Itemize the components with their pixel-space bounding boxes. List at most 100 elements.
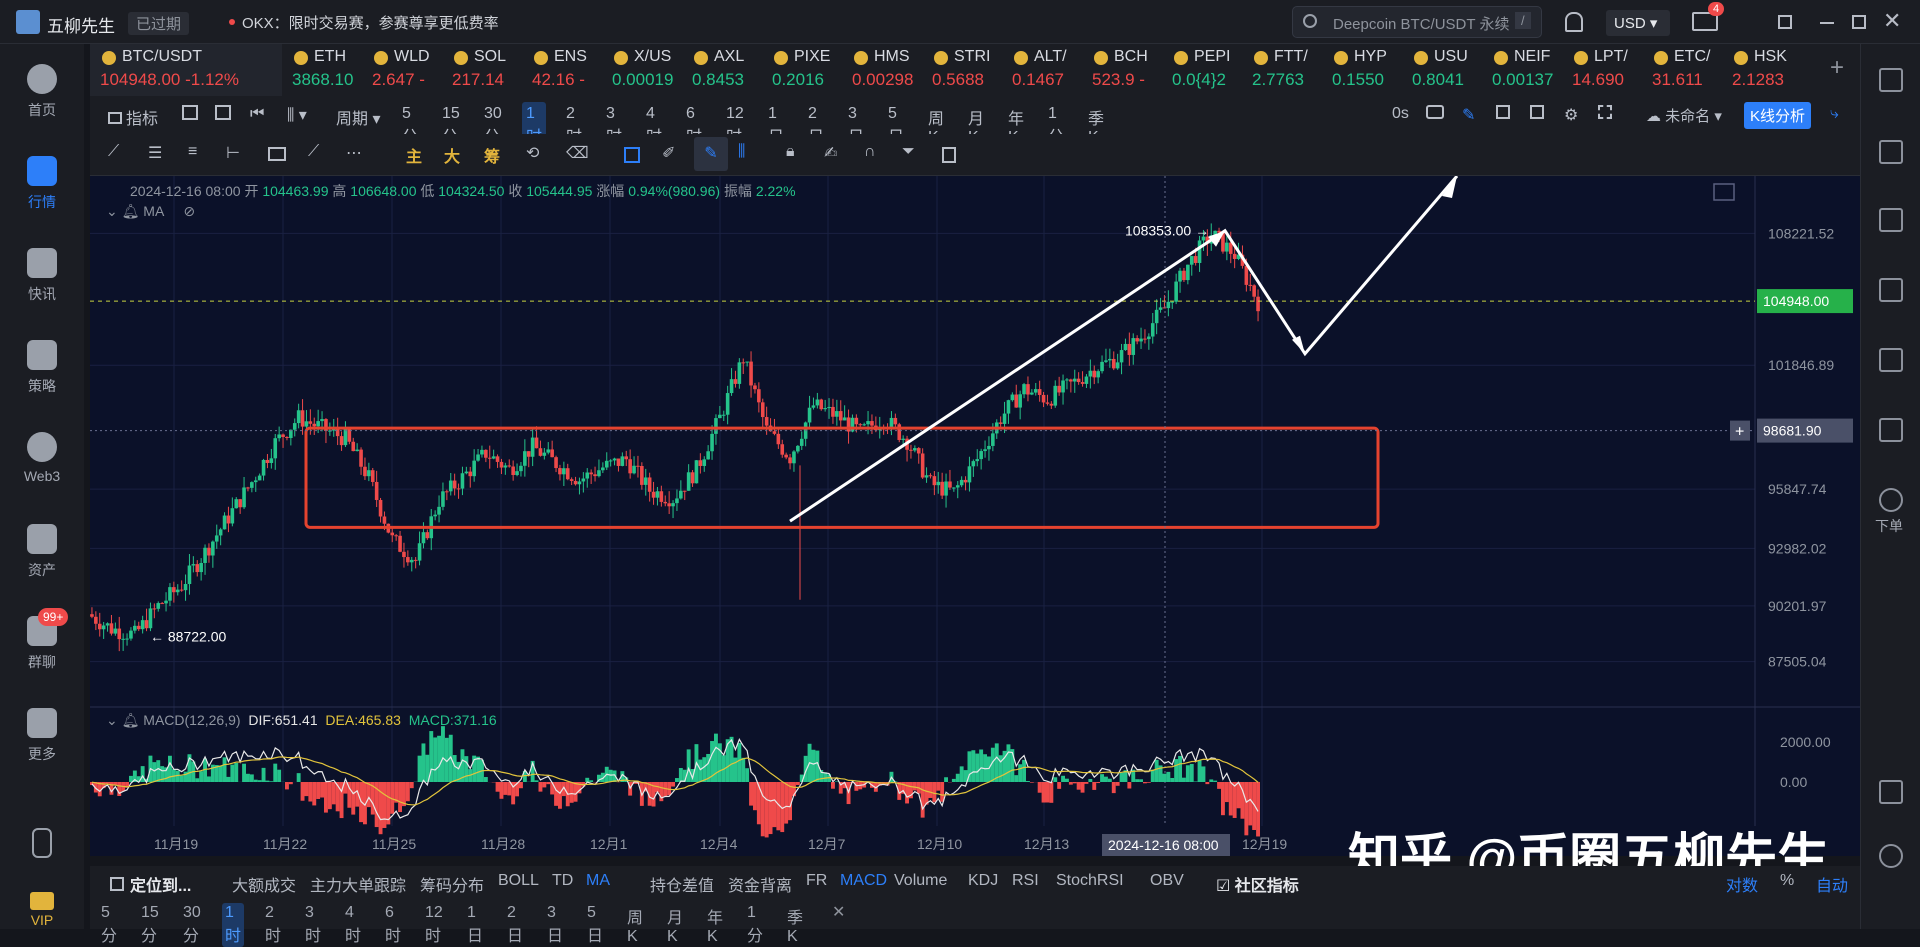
parallel-icon[interactable]: ≡ bbox=[188, 143, 197, 161]
bottom-interval-tab-12[interactable]: 5日 bbox=[584, 903, 606, 947]
lock-icon[interactable]: 🔒︎ bbox=[786, 143, 795, 161]
ruler-icon[interactable]: ✐ bbox=[662, 143, 675, 163]
hray-icon[interactable]: ⊢ bbox=[226, 143, 240, 163]
bottom-interval-tab-13[interactable]: 周K bbox=[624, 903, 646, 947]
bottom-interval-tab-8[interactable]: 12时 bbox=[422, 903, 446, 947]
etf-icon[interactable] bbox=[1879, 418, 1903, 442]
main-indicator-button[interactable]: 主 bbox=[406, 143, 422, 167]
bottom-interval-tab-5[interactable]: 3时 bbox=[302, 903, 324, 947]
pen-icon[interactable]: ✎ bbox=[1462, 105, 1475, 125]
alert-icon[interactable]: ⟲ bbox=[526, 143, 539, 163]
ticker-tab-13[interactable]: FTT/2.7763 bbox=[1242, 44, 1322, 96]
settings-icon[interactable]: ⚙ bbox=[1564, 105, 1578, 125]
ticker-tab-11[interactable]: BCH523.9 - bbox=[1082, 44, 1162, 96]
bottom-interval-tab-10[interactable]: 2日 bbox=[504, 903, 526, 947]
big-order-button[interactable]: 大 bbox=[444, 143, 460, 167]
locate-button[interactable]: 定位到... bbox=[110, 872, 191, 896]
add-tab-icon[interactable]: + bbox=[1830, 54, 1844, 82]
filter-icon[interactable]: ⏷ bbox=[902, 143, 915, 161]
indicator-tab-0[interactable]: 大额成交 bbox=[232, 872, 296, 896]
ma-legend[interactable]: ⌄ 🔔︎ MA ⊘ bbox=[106, 203, 195, 220]
crop-icon[interactable] bbox=[1496, 105, 1510, 119]
ticker-tab-0[interactable]: BTC/USDT104948.00 -1.12% bbox=[90, 44, 282, 96]
ticker-tab-10[interactable]: ALT/0.1467 bbox=[1002, 44, 1082, 96]
bottom-interval-tab-17[interactable]: 季K bbox=[784, 903, 806, 947]
chat-bubble-icon[interactable] bbox=[1879, 844, 1903, 868]
community-indicators-button[interactable]: ☑ 社区指标 bbox=[1216, 872, 1299, 896]
save-icon[interactable] bbox=[1530, 105, 1544, 119]
ticker-tab-12[interactable]: PEPI0.0{4}2 bbox=[1162, 44, 1242, 96]
ticker-tab-2[interactable]: WLD2.647 - bbox=[362, 44, 442, 96]
camera-icon[interactable] bbox=[1426, 105, 1444, 119]
bottom-interval-tab-1[interactable]: 15分 bbox=[138, 903, 162, 947]
sidebar-item-strategy[interactable]: 策略 bbox=[0, 340, 84, 396]
ticker-tab-5[interactable]: X/US0.00019 bbox=[602, 44, 682, 96]
trades-icon[interactable] bbox=[1879, 208, 1903, 232]
note-icon[interactable]: ✍ bbox=[824, 143, 837, 163]
period-select[interactable]: 周期 ▾ bbox=[336, 105, 381, 129]
hlines-icon[interactable]: ☰ bbox=[148, 143, 162, 163]
sidebar-item-web3[interactable]: Web3 bbox=[0, 432, 84, 484]
indicator-tab-11[interactable]: KDJ bbox=[968, 872, 998, 890]
bottom-interval-tab-15[interactable]: 年K bbox=[704, 903, 726, 947]
bell-icon[interactable] bbox=[1565, 12, 1583, 32]
replay-icon[interactable]: ⏮ bbox=[250, 105, 264, 123]
auto-scale-toggle[interactable]: 自动 bbox=[1816, 872, 1848, 896]
fullscreen-icon[interactable] bbox=[1598, 105, 1612, 119]
data-icon[interactable] bbox=[1879, 348, 1903, 372]
depth-chart-icon[interactable] bbox=[1879, 278, 1903, 302]
ticker-tab-19[interactable]: HSK2.1283 bbox=[1722, 44, 1802, 96]
notice-text[interactable]: OKX：限时交易赛，参赛尊享更低费率 bbox=[242, 12, 499, 33]
panel-icon[interactable] bbox=[1879, 780, 1903, 804]
indicator-tab-12[interactable]: RSI bbox=[1012, 872, 1039, 890]
expired-badge[interactable]: 已过期 bbox=[128, 12, 189, 35]
magnet-icon[interactable]: ∩ bbox=[864, 143, 876, 161]
percent-scale-toggle[interactable]: % bbox=[1780, 872, 1794, 890]
bottom-interval-tab-0[interactable]: 5分 bbox=[98, 903, 120, 947]
measure-icon[interactable]: ⟋ bbox=[308, 143, 319, 161]
eraser-icon[interactable]: ⌫ bbox=[566, 143, 589, 163]
order-label[interactable]: 下单 bbox=[1875, 516, 1903, 536]
ticker-tab-7[interactable]: PIXE0.2016 bbox=[762, 44, 842, 96]
sidebar-item-news[interactable]: 快讯 bbox=[0, 248, 84, 304]
ticker-tab-15[interactable]: USU0.8041 bbox=[1402, 44, 1482, 96]
bottom-interval-tab-6[interactable]: 4时 bbox=[342, 903, 364, 947]
ticker-tab-1[interactable]: ETH3868.10 bbox=[282, 44, 362, 96]
bottom-interval-tab-7[interactable]: 6时 bbox=[382, 903, 404, 947]
indicator-tab-7[interactable]: 资金背离 bbox=[728, 872, 792, 896]
chart-area[interactable]: 108221.52101846.8995847.7492982.0290201.… bbox=[90, 176, 1860, 856]
minimize-button[interactable] bbox=[1820, 22, 1834, 24]
ticker-tab-18[interactable]: ETC/31.611 bbox=[1642, 44, 1722, 96]
ticker-tab-16[interactable]: NEIF0.00137 bbox=[1482, 44, 1562, 96]
restore-window-icon[interactable] bbox=[1778, 15, 1792, 29]
indicator-tab-3[interactable]: BOLL bbox=[498, 872, 539, 890]
sidebar-item-device[interactable] bbox=[0, 828, 84, 864]
trend-line-icon[interactable]: ⟋ bbox=[108, 143, 119, 161]
ticker-tab-14[interactable]: HYP0.1550 bbox=[1322, 44, 1402, 96]
indicator-tab-13[interactable]: StochRSI bbox=[1056, 872, 1124, 890]
orderbook-icon[interactable] bbox=[1879, 140, 1903, 164]
sidebar-item-market[interactable]: 行情 bbox=[0, 156, 84, 212]
rect-icon[interactable] bbox=[268, 147, 286, 161]
ticker-tab-4[interactable]: ENS42.16 - bbox=[522, 44, 602, 96]
sidebar-item-more[interactable]: 更多 bbox=[0, 708, 84, 764]
bottom-interval-tab-14[interactable]: 月K bbox=[664, 903, 686, 947]
search-input[interactable]: Deepcoin BTC/USDT 永续 bbox=[1333, 13, 1509, 34]
bottom-interval-tab-4[interactable]: 2时 bbox=[262, 903, 284, 947]
columns-icon[interactable]: ⫼ bbox=[738, 143, 745, 161]
indicator-tab-8[interactable]: FR bbox=[806, 872, 827, 890]
trash-icon[interactable] bbox=[942, 147, 956, 163]
bottom-interval-tab-11[interactable]: 3日 bbox=[544, 903, 566, 947]
ticker-tab-9[interactable]: STRI0.5688 bbox=[922, 44, 1002, 96]
indicator-tab-1[interactable]: 主力大单跟踪 bbox=[310, 872, 406, 896]
template-icon[interactable] bbox=[215, 105, 231, 120]
log-scale-toggle[interactable]: 对数 bbox=[1726, 872, 1758, 896]
ticker-tab-17[interactable]: LPT/14.690 bbox=[1562, 44, 1642, 96]
currency-select[interactable]: USD ▾ bbox=[1606, 10, 1670, 36]
indicator-tab-10[interactable]: Volume bbox=[894, 872, 947, 890]
bottom-interval-tab-2[interactable]: 30分 bbox=[180, 903, 204, 947]
bottom-interval-tab-16[interactable]: 1分 bbox=[744, 903, 766, 947]
more-tools-icon[interactable]: ⋯ bbox=[346, 143, 362, 163]
maximize-button[interactable] bbox=[1852, 15, 1866, 29]
layout-name-select[interactable]: ☁ 未命名 ▾ bbox=[1646, 105, 1722, 126]
